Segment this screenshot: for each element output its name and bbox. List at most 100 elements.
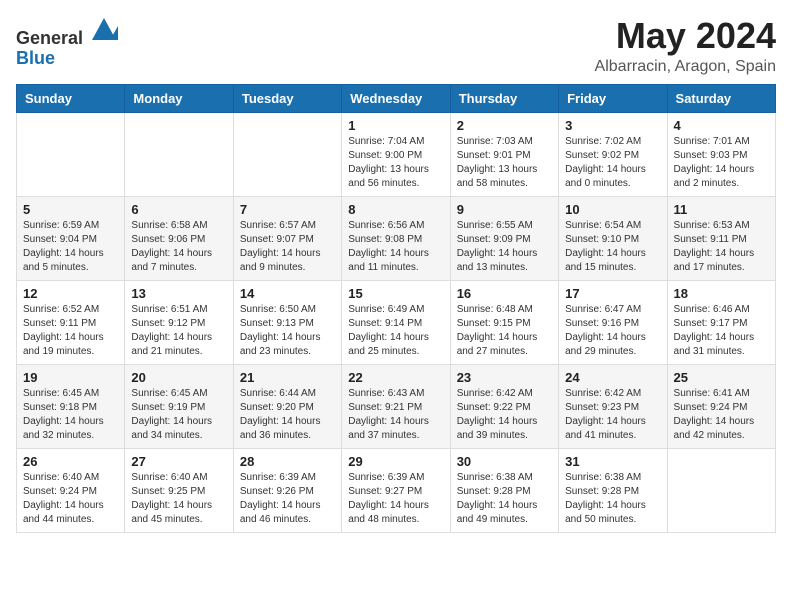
calendar-header-row: Sunday Monday Tuesday Wednesday Thursday… xyxy=(17,84,776,112)
day-cell-0-4: 2Sunrise: 7:03 AM Sunset: 9:01 PM Daylig… xyxy=(450,112,558,196)
day-cell-3-5: 24 Sunrise: 6:42 AM Sunset: 9:23 PM Dayli… xyxy=(559,364,667,448)
logo-icon xyxy=(90,16,118,44)
day-info: Sunrise: 6:59 AM Sunset: 9:04 PM Dayligh… xyxy=(23,219,118,275)
day-info: Sunrise: 6:46 AM Sunset: 9:17 PM Dayligh… xyxy=(674,303,769,359)
day-number: 26 xyxy=(23,454,118,469)
day-cell-0-0 xyxy=(17,112,125,196)
day-info: Sunrise: 6:58 AM Sunset: 9:06 PM Dayligh… xyxy=(131,219,226,275)
day-number: 22 xyxy=(348,370,443,385)
day-cell-4-2: 28Sunrise: 6:39 AM Sunset: 9:26 PM Dayli… xyxy=(233,448,341,532)
day-cell-4-4: 30 Sunrise: 6:38 AM Sunset: 9:28 PM Dayli… xyxy=(450,448,558,532)
day-cell-0-1 xyxy=(125,112,233,196)
day-info: Sunrise: 6:49 AM Sunset: 9:14 PM Dayligh… xyxy=(348,303,443,359)
day-cell-0-6: 4Sunrise: 7:01 AM Sunset: 9:03 PM Daylig… xyxy=(667,112,775,196)
day-cell-4-0: 26 Sunrise: 6:40 AM Sunset: 9:24 PM Dayli… xyxy=(17,448,125,532)
day-info: Sunrise: 6:53 AM Sunset: 9:11 PM Dayligh… xyxy=(674,219,769,275)
week-row-2: 12Sunrise: 6:52 AM Sunset: 9:11 PM Dayli… xyxy=(17,280,776,364)
day-number: 24 xyxy=(565,370,660,385)
day-cell-1-4: 9 Sunrise: 6:55 AM Sunset: 9:09 PM Daylig… xyxy=(450,196,558,280)
day-number: 11 xyxy=(674,202,769,217)
day-number: 20 xyxy=(131,370,226,385)
day-number: 13 xyxy=(131,286,226,301)
day-number: 8 xyxy=(348,202,443,217)
day-cell-4-5: 31 Sunrise: 6:38 AM Sunset: 9:28 PM Dayli… xyxy=(559,448,667,532)
week-row-3: 19 Sunrise: 6:45 AM Sunset: 9:18 PM Dayli… xyxy=(17,364,776,448)
day-number: 2 xyxy=(457,118,552,133)
day-cell-4-3: 29 Sunrise: 6:39 AM Sunset: 9:27 PM Dayli… xyxy=(342,448,450,532)
day-cell-4-6 xyxy=(667,448,775,532)
day-info: Sunrise: 6:40 AM Sunset: 9:24 PM Dayligh… xyxy=(23,471,118,527)
day-info: Sunrise: 6:51 AM Sunset: 9:12 PM Dayligh… xyxy=(131,303,226,359)
day-number: 31 xyxy=(565,454,660,469)
day-cell-1-1: 6 Sunrise: 6:58 AM Sunset: 9:06 PM Daylig… xyxy=(125,196,233,280)
day-number: 21 xyxy=(240,370,335,385)
day-number: 15 xyxy=(348,286,443,301)
day-info: Sunrise: 6:45 AM Sunset: 9:18 PM Dayligh… xyxy=(23,387,118,443)
day-cell-3-3: 22 Sunrise: 6:43 AM Sunset: 9:21 PM Dayli… xyxy=(342,364,450,448)
day-number: 28 xyxy=(240,454,335,469)
day-cell-2-6: 18 Sunrise: 6:46 AM Sunset: 9:17 PM Dayli… xyxy=(667,280,775,364)
logo: General Blue xyxy=(16,16,118,69)
week-row-4: 26 Sunrise: 6:40 AM Sunset: 9:24 PM Dayli… xyxy=(17,448,776,532)
day-info: Sunrise: 6:40 AM Sunset: 9:25 PM Dayligh… xyxy=(131,471,226,527)
day-cell-0-3: 1Sunrise: 7:04 AM Sunset: 9:00 PM Daylig… xyxy=(342,112,450,196)
day-cell-4-1: 27 Sunrise: 6:40 AM Sunset: 9:25 PM Dayli… xyxy=(125,448,233,532)
day-number: 29 xyxy=(348,454,443,469)
title-block: May 2024 Albarracin, Aragon, Spain xyxy=(595,16,776,76)
day-info: Sunrise: 6:45 AM Sunset: 9:19 PM Dayligh… xyxy=(131,387,226,443)
day-info: Sunrise: 6:56 AM Sunset: 9:08 PM Dayligh… xyxy=(348,219,443,275)
col-friday: Friday xyxy=(559,84,667,112)
logo-general: General xyxy=(16,16,118,49)
day-info: Sunrise: 6:39 AM Sunset: 9:27 PM Dayligh… xyxy=(348,471,443,527)
day-info: Sunrise: 6:57 AM Sunset: 9:07 PM Dayligh… xyxy=(240,219,335,275)
day-cell-2-2: 14 Sunrise: 6:50 AM Sunset: 9:13 PM Dayli… xyxy=(233,280,341,364)
day-number: 19 xyxy=(23,370,118,385)
day-number: 3 xyxy=(565,118,660,133)
day-number: 17 xyxy=(565,286,660,301)
day-cell-1-3: 8 Sunrise: 6:56 AM Sunset: 9:08 PM Daylig… xyxy=(342,196,450,280)
page-container: General Blue May 2024 Albarracin, Aragon… xyxy=(16,16,776,533)
day-info: Sunrise: 6:47 AM Sunset: 9:16 PM Dayligh… xyxy=(565,303,660,359)
day-info: Sunrise: 6:42 AM Sunset: 9:22 PM Dayligh… xyxy=(457,387,552,443)
day-cell-2-4: 16Sunrise: 6:48 AM Sunset: 9:15 PM Dayli… xyxy=(450,280,558,364)
day-number: 9 xyxy=(457,202,552,217)
day-number: 1 xyxy=(348,118,443,133)
day-cell-1-6: 11 Sunrise: 6:53 AM Sunset: 9:11 PM Dayli… xyxy=(667,196,775,280)
day-cell-0-5: 3 Sunrise: 7:02 AM Sunset: 9:02 PM Daylig… xyxy=(559,112,667,196)
header: General Blue May 2024 Albarracin, Aragon… xyxy=(16,16,776,76)
day-cell-1-0: 5Sunrise: 6:59 AM Sunset: 9:04 PM Daylig… xyxy=(17,196,125,280)
col-sunday: Sunday xyxy=(17,84,125,112)
calendar-table: Sunday Monday Tuesday Wednesday Thursday… xyxy=(16,84,776,533)
day-number: 25 xyxy=(674,370,769,385)
day-cell-3-0: 19 Sunrise: 6:45 AM Sunset: 9:18 PM Dayli… xyxy=(17,364,125,448)
day-cell-1-2: 7 Sunrise: 6:57 AM Sunset: 9:07 PM Daylig… xyxy=(233,196,341,280)
day-info: Sunrise: 6:55 AM Sunset: 9:09 PM Dayligh… xyxy=(457,219,552,275)
day-info: Sunrise: 7:02 AM Sunset: 9:02 PM Dayligh… xyxy=(565,135,660,191)
day-number: 18 xyxy=(674,286,769,301)
day-cell-2-1: 13 Sunrise: 6:51 AM Sunset: 9:12 PM Dayli… xyxy=(125,280,233,364)
col-thursday: Thursday xyxy=(450,84,558,112)
day-info: Sunrise: 6:41 AM Sunset: 9:24 PM Dayligh… xyxy=(674,387,769,443)
day-number: 6 xyxy=(131,202,226,217)
day-info: Sunrise: 6:50 AM Sunset: 9:13 PM Dayligh… xyxy=(240,303,335,359)
day-number: 23 xyxy=(457,370,552,385)
day-number: 27 xyxy=(131,454,226,469)
day-cell-3-2: 21 Sunrise: 6:44 AM Sunset: 9:20 PM Dayli… xyxy=(233,364,341,448)
day-number: 12 xyxy=(23,286,118,301)
day-cell-2-3: 15 Sunrise: 6:49 AM Sunset: 9:14 PM Dayli… xyxy=(342,280,450,364)
day-info: Sunrise: 6:38 AM Sunset: 9:28 PM Dayligh… xyxy=(565,471,660,527)
day-cell-2-0: 12Sunrise: 6:52 AM Sunset: 9:11 PM Dayli… xyxy=(17,280,125,364)
col-wednesday: Wednesday xyxy=(342,84,450,112)
day-number: 14 xyxy=(240,286,335,301)
day-info: Sunrise: 6:43 AM Sunset: 9:21 PM Dayligh… xyxy=(348,387,443,443)
day-number: 4 xyxy=(674,118,769,133)
day-info: Sunrise: 6:44 AM Sunset: 9:20 PM Dayligh… xyxy=(240,387,335,443)
day-info: Sunrise: 6:42 AM Sunset: 9:23 PM Dayligh… xyxy=(565,387,660,443)
day-info: Sunrise: 6:38 AM Sunset: 9:28 PM Dayligh… xyxy=(457,471,552,527)
day-number: 16 xyxy=(457,286,552,301)
day-number: 7 xyxy=(240,202,335,217)
col-tuesday: Tuesday xyxy=(233,84,341,112)
day-number: 30 xyxy=(457,454,552,469)
day-cell-3-1: 20 Sunrise: 6:45 AM Sunset: 9:19 PM Dayli… xyxy=(125,364,233,448)
day-number: 10 xyxy=(565,202,660,217)
